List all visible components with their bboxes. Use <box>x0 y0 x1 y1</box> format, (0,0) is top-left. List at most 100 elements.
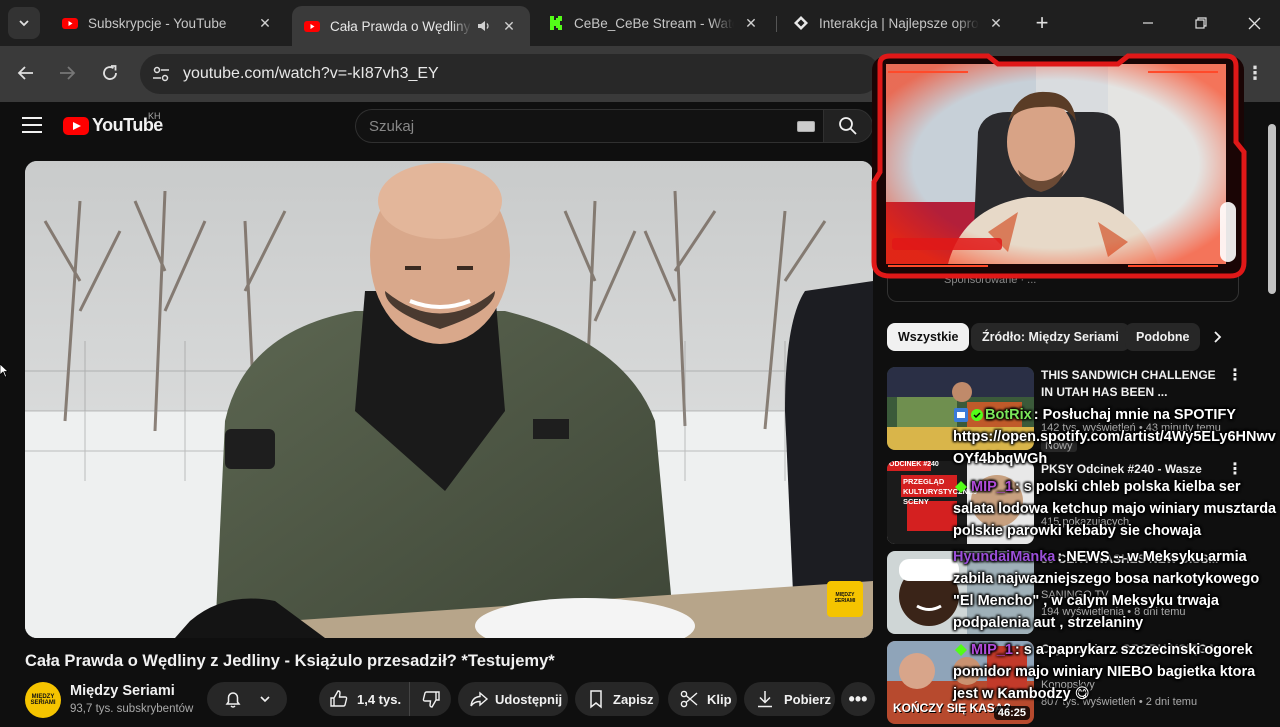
episode-badge: ODCINEK #240 <box>889 461 939 468</box>
close-tab-icon[interactable]: ✕ <box>987 15 1005 32</box>
tab-interakcja[interactable]: Interakcja | Najlepsze oprog ✕ <box>781 6 1017 40</box>
youtube-play-icon <box>63 116 89 135</box>
like-count: 1,4 tys. <box>357 691 402 707</box>
reload-button[interactable] <box>95 58 125 88</box>
download-label: Pobierz <box>784 691 831 707</box>
share-button[interactable]: Udostępnij <box>458 682 568 716</box>
scissors-icon <box>680 690 698 708</box>
restore-icon <box>1195 17 1207 29</box>
video-title: Cała Prawda o Wędliny z Jedliny - Książu… <box>25 652 555 670</box>
close-tab-icon[interactable]: ✕ <box>742 15 760 32</box>
subscriber-count: 93,7 tys. subskrybentów <box>70 703 194 715</box>
country-code: KH <box>148 111 161 121</box>
clip-label: Klip <box>707 691 732 707</box>
tab-subscriptions[interactable]: Subskrypcje - YouTube ✕ <box>50 6 286 40</box>
video-player[interactable]: MIĘDZY SERIAMI <box>25 161 873 638</box>
chevron-right-icon <box>1214 331 1222 343</box>
back-button[interactable] <box>11 58 41 88</box>
like-button[interactable]: 1,4 tys. <box>319 682 409 716</box>
chat-username[interactable]: HyundaiManka <box>953 549 1055 565</box>
close-icon <box>1248 17 1260 29</box>
dislike-button[interactable] <box>409 682 451 716</box>
channel-row: MIĘDZY SERIAMI Między Seriami 93,7 tys. … <box>25 678 875 720</box>
address-bar[interactable]: youtube.com/watch?v=-kI87vh3_EY <box>140 54 880 94</box>
save-button[interactable]: Zapisz <box>575 682 659 716</box>
close-tab-icon[interactable]: ✕ <box>500 18 518 35</box>
chat-message: MIP_1: s polski chleb polska kielba ser … <box>953 476 1279 542</box>
notifications-button[interactable] <box>207 682 287 716</box>
webcam-frame <box>871 53 1247 279</box>
thumbnail-text: PRZEGLĄD KULTURYSTYCZNEJ SCENY <box>903 477 978 506</box>
more-actions-button[interactable]: ••• <box>841 682 875 716</box>
search-button[interactable] <box>823 109 873 143</box>
chat-username[interactable]: MIP_1 <box>971 479 1013 495</box>
interakcja-icon <box>794 16 808 30</box>
channel-watermark[interactable]: MIĘDZY SERIAMI <box>828 592 862 604</box>
tab-strip: Subskrypcje - YouTube ✕ Cała Prawda o Wę… <box>0 0 1280 46</box>
minimize-button[interactable] <box>1133 8 1163 38</box>
chat-username[interactable]: MIP_1 <box>971 642 1013 658</box>
chat-message: MIP_1: s a paprykarz szczecinski ogorek … <box>953 639 1279 705</box>
kebab-menu-icon: ⋮ <box>1246 62 1264 83</box>
restore-button[interactable] <box>1186 8 1216 38</box>
bookmark-icon <box>590 690 602 709</box>
speaker-icon[interactable] <box>476 18 492 34</box>
close-tab-icon[interactable]: ✕ <box>256 15 274 32</box>
tab-search-button[interactable] <box>8 7 40 39</box>
video-title: THIS SANDWICH CHALLENGE IN UTAH HAS BEEN… <box>1041 368 1216 399</box>
forward-button[interactable] <box>52 58 82 88</box>
chevron-down-icon <box>19 20 29 27</box>
search-icon <box>839 117 857 135</box>
chip-all[interactable]: Wszystkie <box>887 323 970 351</box>
scrollbar-thumb[interactable] <box>1268 124 1276 294</box>
bell-icon <box>225 692 240 708</box>
chips-next-button[interactable] <box>1209 329 1225 350</box>
reload-icon <box>103 65 117 80</box>
tab-kick-stream[interactable]: CeBe_CeBe Stream - Watch L ✕ <box>536 6 772 40</box>
arrow-left-icon <box>17 66 33 80</box>
url-text: youtube.com/watch?v=-kI87vh3_EY <box>183 65 439 82</box>
channel-name[interactable]: Między Seriami <box>70 683 175 699</box>
tab-current-video[interactable]: Cała Prawda o Wędliny z ✕ <box>292 6 530 46</box>
thumbs-down-icon <box>422 691 440 708</box>
tab-title: Interakcja | Najlepsze oprog <box>819 15 979 31</box>
video-frame <box>25 161 873 638</box>
kebab-menu-icon[interactable]: ⋮ <box>1227 368 1243 385</box>
chat-message: BotRix: Posłuchaj mnie na SPOTIFY https:… <box>953 404 1279 470</box>
chevron-down-icon <box>259 696 270 703</box>
mouse-cursor-icon <box>0 364 8 378</box>
share-label: Udostępnij <box>495 691 563 707</box>
clip-button[interactable]: Klip <box>668 682 737 716</box>
keyboard-icon[interactable] <box>797 121 815 132</box>
channel-avatar[interactable]: MIĘDZY SERIAMI <box>25 682 61 718</box>
chat-message: HyundaiManka: NEWS -- w Meksyku armia za… <box>953 546 1279 634</box>
tab-title: Cała Prawda o Wędliny z <box>330 18 472 34</box>
tab-title: CeBe_CeBe Stream - Watch L <box>574 15 734 31</box>
search-input[interactable]: Szukaj <box>355 109 823 143</box>
thumbs-up-icon <box>330 690 348 707</box>
plus-icon: + <box>1035 10 1049 35</box>
share-icon <box>470 691 489 707</box>
avatar-text: MIĘDZY SERIAMI <box>30 694 56 706</box>
new-tab-button[interactable]: + <box>1027 8 1057 38</box>
more-horizontal-icon: ••• <box>848 688 868 709</box>
download-icon <box>758 691 772 708</box>
menu-icon[interactable] <box>22 117 42 133</box>
video-duration: 46:25 <box>993 706 1030 720</box>
chat-username[interactable]: BotRix <box>985 407 1032 423</box>
youtube-icon <box>304 21 320 32</box>
tab-title: Subskrypcje - YouTube <box>88 15 227 31</box>
download-button[interactable]: Pobierz <box>744 682 835 716</box>
close-window-button[interactable] <box>1239 8 1269 38</box>
save-label: Zapisz <box>613 691 654 707</box>
chip-related[interactable]: Podobne <box>1125 323 1201 351</box>
kick-icon <box>548 15 564 31</box>
site-settings-icon[interactable] <box>151 64 171 84</box>
tab-divider <box>776 16 777 32</box>
chip-source-channel[interactable]: Źródło: Między Seriami <box>971 323 1130 351</box>
youtube-logo[interactable]: YouTube KH <box>63 111 163 136</box>
search-placeholder: Szukaj <box>369 118 415 135</box>
arrow-right-icon <box>60 66 76 80</box>
page-scrollbar[interactable] <box>1268 110 1276 720</box>
youtube-icon <box>62 18 78 29</box>
